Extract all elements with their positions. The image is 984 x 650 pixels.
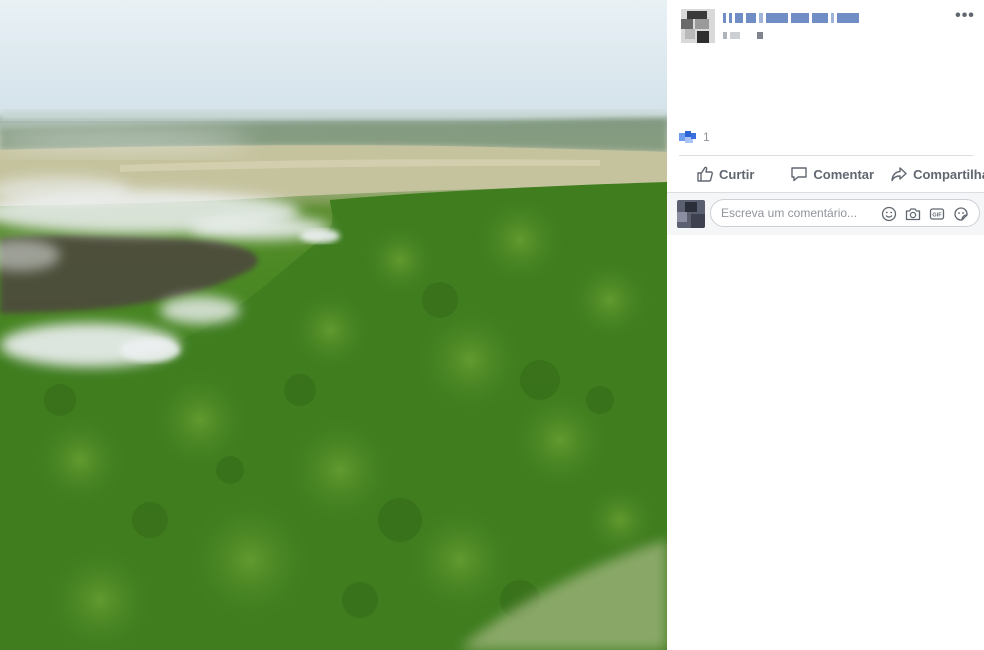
comment-tools: GIF: [881, 206, 969, 222]
speech-bubble-icon: [791, 167, 808, 182]
post-side-panel: ••• 1 Curtir Comentar Compartilh Escreva…: [667, 0, 984, 650]
post-action-bar: Curtir Comentar Compartilhar: [679, 158, 984, 190]
reaction-count: 1: [703, 130, 710, 144]
share-button[interactable]: Compartilhar: [890, 165, 984, 183]
camera-icon[interactable]: [905, 206, 921, 222]
comment-input-box[interactable]: GIF: [710, 199, 980, 227]
more-options-icon[interactable]: •••: [953, 6, 977, 26]
smiley-icon[interactable]: [881, 206, 897, 222]
comment-composer: GIF: [667, 192, 984, 235]
gif-icon[interactable]: GIF: [929, 206, 945, 222]
comment-input[interactable]: [721, 205, 871, 221]
current-user-avatar[interactable]: [677, 200, 705, 228]
like-reaction-icon: [679, 130, 697, 144]
post-photo[interactable]: [0, 0, 667, 650]
thumbs-up-icon: [697, 166, 713, 182]
divider: [667, 192, 984, 193]
share-label: Compartilhar: [913, 166, 984, 182]
share-arrow-icon: [891, 167, 907, 182]
divider: [679, 155, 973, 156]
sticker-icon[interactable]: [953, 206, 969, 222]
post-timestamp[interactable]: [723, 30, 763, 40]
svg-text:GIF: GIF: [932, 213, 942, 219]
like-button[interactable]: Curtir: [696, 165, 754, 183]
forest-fire-image: [0, 110, 667, 650]
author-name[interactable]: [723, 12, 859, 24]
comment-label: Comentar: [813, 166, 875, 182]
like-label: Curtir: [719, 166, 755, 182]
comment-button[interactable]: Comentar: [790, 165, 874, 183]
reactions-summary[interactable]: 1: [679, 130, 710, 144]
author-avatar[interactable]: [681, 9, 715, 43]
